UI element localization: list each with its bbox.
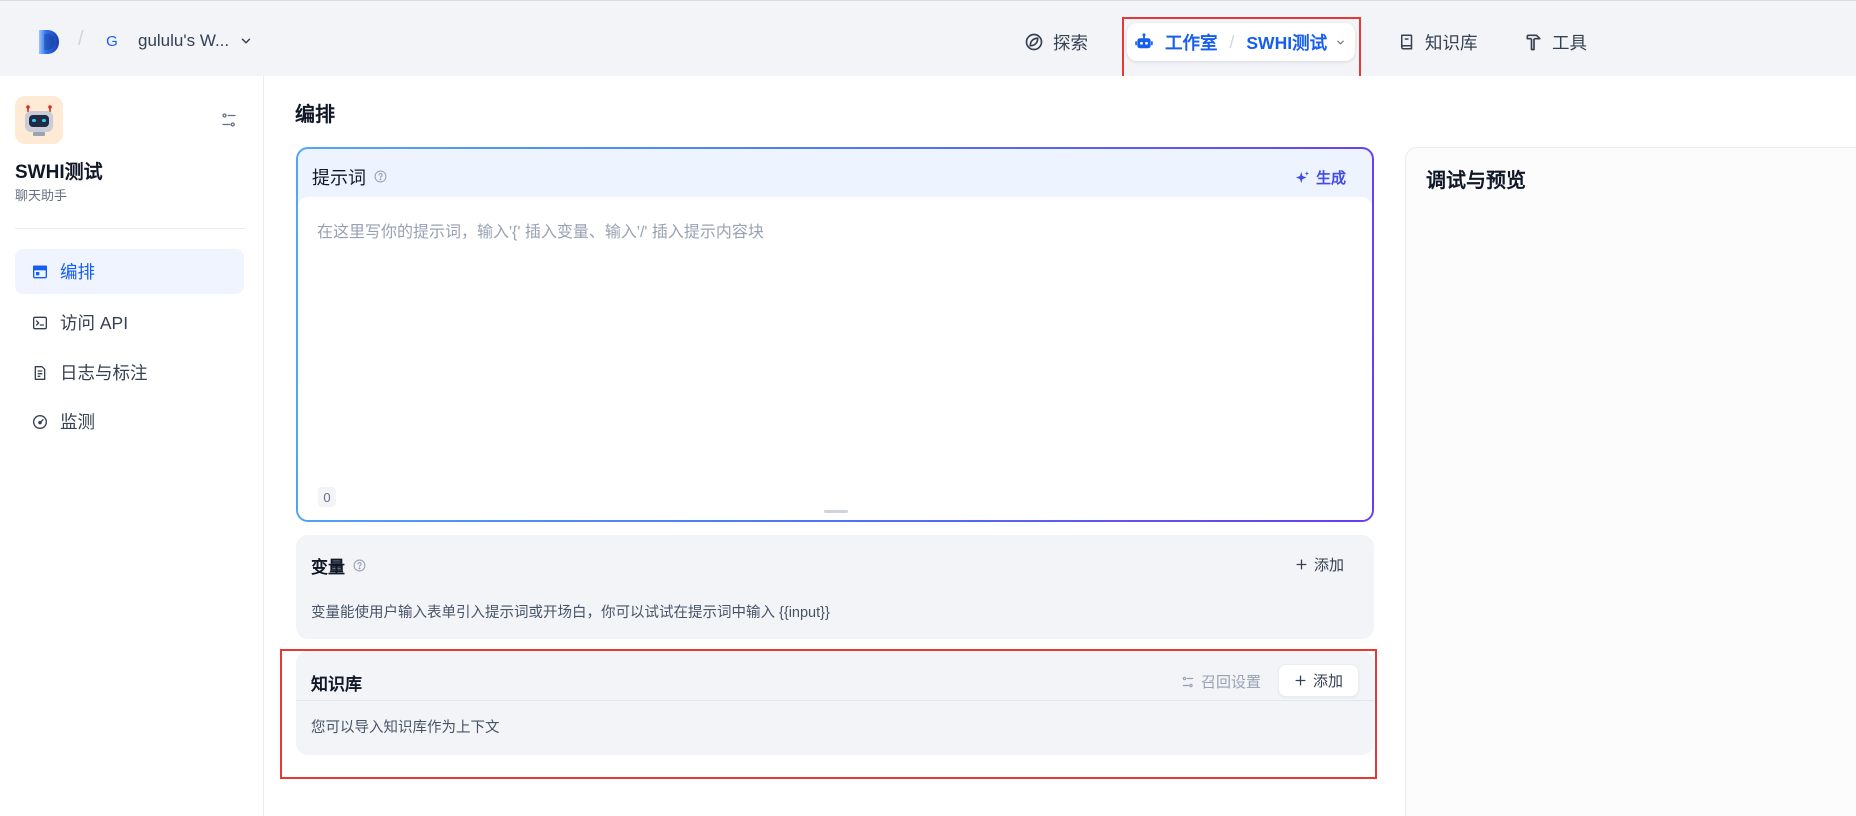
- sidebar-item-label: 日志与标注: [60, 363, 148, 383]
- sidebar-item-label: 监测: [60, 412, 95, 432]
- generate-label: 生成: [1315, 169, 1346, 187]
- prompt-input[interactable]: [298, 197, 1372, 477]
- sidebar-item-label: 访问 API: [60, 313, 129, 333]
- nav-studio-label: 工作室: [1165, 32, 1218, 53]
- debug-preview-panel: 调试与预览: [1405, 147, 1856, 816]
- chevron-down-icon: [239, 34, 253, 48]
- knowledge-description: 您可以导入知识库作为上下文: [311, 720, 500, 736]
- robot-icon: [1134, 32, 1154, 52]
- prompt-body: 0: [298, 197, 1372, 520]
- char-count-badge: 0: [318, 487, 336, 507]
- add-variable-button[interactable]: 添加: [1295, 554, 1344, 575]
- app-avatar: [15, 96, 63, 144]
- top-border: [0, 0, 1856, 1]
- variables-description: 变量能使用户输入表单引入提示词或开场白，你可以试试在提示词中输入 {{input…: [311, 605, 830, 621]
- page-title: 编排: [295, 104, 335, 126]
- terminal-icon: [32, 315, 60, 331]
- knowledge-panel: 知识库 召回设置 添加 您可以导入知识库作为上下文: [296, 651, 1374, 755]
- generate-button[interactable]: 生成: [1295, 165, 1346, 189]
- sidebar-item-monitor[interactable]: 监测: [15, 399, 244, 444]
- book-icon: [1398, 32, 1416, 52]
- sidebar-item-logs[interactable]: 日志与标注: [15, 350, 244, 395]
- add-label: 添加: [1312, 673, 1343, 690]
- plus-icon: [1294, 674, 1313, 687]
- nav-datasets[interactable]: 知识库: [1398, 23, 1478, 61]
- document-icon: [32, 365, 60, 381]
- sparkle-icon: [1295, 170, 1316, 185]
- nav-current-app[interactable]: SWHI测试: [1246, 30, 1327, 55]
- variables-title: 变量: [311, 553, 366, 578]
- knowledge-label: 知识库: [311, 675, 362, 694]
- prompt-editor: 提示词 生成 0: [296, 147, 1374, 522]
- workspace-avatar: G: [106, 32, 118, 50]
- layout-icon: [32, 264, 60, 280]
- app-settings-icon[interactable]: [220, 111, 240, 131]
- chevron-down-icon[interactable]: [1335, 37, 1346, 48]
- compass-icon: [1024, 32, 1044, 52]
- gauge-icon: [32, 414, 60, 430]
- app-name: SWHI测试: [15, 162, 103, 183]
- knowledge-divider: [296, 700, 1374, 701]
- sidebar-divider: [15, 228, 245, 229]
- nav-explore-label: 探索: [1053, 32, 1088, 53]
- preview-title: 调试与预览: [1426, 170, 1526, 192]
- workspace-switcher[interactable]: G gululu's W...: [100, 24, 253, 58]
- sidebar-item-label: 编排: [60, 262, 95, 282]
- help-icon: [345, 559, 366, 572]
- nav-datasets-label: 知识库: [1425, 32, 1478, 53]
- hammer-icon: [1524, 32, 1544, 52]
- add-knowledge-button[interactable]: 添加: [1278, 664, 1359, 697]
- variables-label: 变量: [311, 558, 345, 577]
- add-label: 添加: [1314, 557, 1345, 574]
- plus-icon: [1295, 558, 1314, 571]
- retrieval-settings-label: 召回设置: [1201, 674, 1262, 691]
- robot-avatar-icon: [25, 105, 53, 136]
- prompt-header: 提示词 生成: [298, 149, 1372, 204]
- nav-tools[interactable]: 工具: [1524, 23, 1587, 61]
- header-separator: /: [78, 28, 84, 50]
- sliders-icon: [1181, 675, 1201, 689]
- nav-tools-label: 工具: [1552, 32, 1587, 53]
- workspace-name: gululu's W...: [138, 31, 230, 50]
- help-icon: [374, 170, 387, 183]
- nav-explore[interactable]: 探索: [1024, 23, 1088, 61]
- app-type: 聊天助手: [15, 188, 68, 203]
- sidebar-item-orchestrate[interactable]: 编排: [15, 249, 244, 294]
- main-content: 编排 提示词 生成 0 变量: [264, 76, 1856, 816]
- sidebar: SWHI测试 聊天助手 编排 访问 API 日志与标注 监测: [0, 76, 264, 816]
- app-logo[interactable]: [37, 28, 61, 56]
- retrieval-settings-button[interactable]: 召回设置: [1181, 671, 1261, 692]
- prompt-label: 提示词: [312, 167, 366, 188]
- nav-studio[interactable]: 工作室 / SWHI测试: [1127, 23, 1355, 61]
- variables-panel: 变量 添加 变量能使用户输入表单引入提示词或开场白，你可以试试在提示词中输入 {…: [296, 535, 1374, 639]
- resize-handle[interactable]: [824, 510, 848, 513]
- sidebar-item-api[interactable]: 访问 API: [15, 300, 244, 345]
- nav-studio-separator: /: [1229, 31, 1235, 52]
- knowledge-title: 知识库: [311, 670, 362, 695]
